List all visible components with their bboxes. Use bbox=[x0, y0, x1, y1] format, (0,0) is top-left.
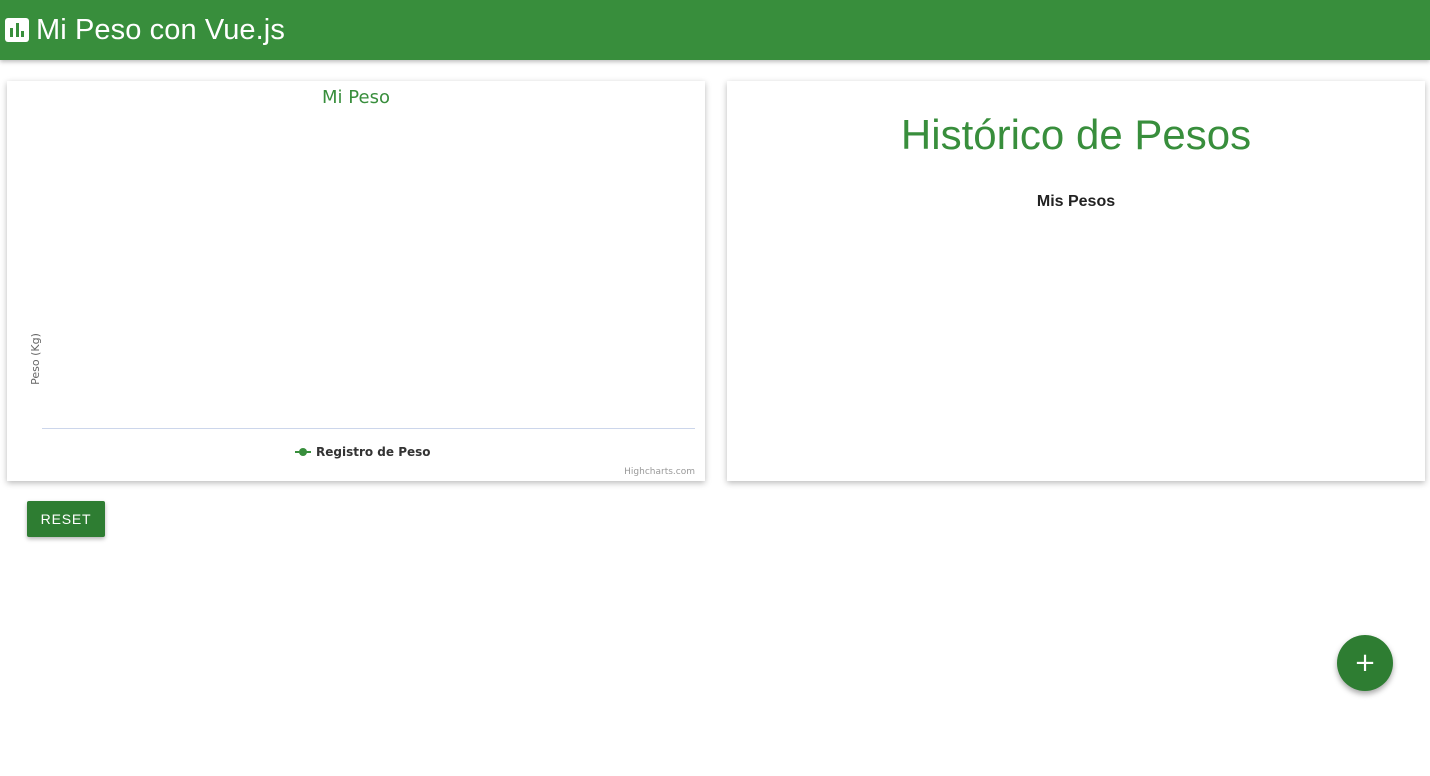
app-title: Mi Peso con Vue.js bbox=[36, 13, 285, 46]
legend-label: Registro de Peso bbox=[316, 445, 431, 459]
history-subtitle: Mis Pesos bbox=[1036, 193, 1116, 210]
weight-chart-card: Mi Peso Peso (Kg) Registro de Peso Highc… bbox=[7, 81, 705, 481]
highcharts-credits-link[interactable]: Highcharts.com bbox=[624, 467, 695, 477]
reset-button[interactable]: RESET bbox=[27, 501, 105, 537]
add-weight-button[interactable]: + bbox=[1337, 635, 1393, 691]
chart-title: Mi Peso bbox=[322, 87, 390, 108]
plus-icon: + bbox=[1354, 648, 1376, 678]
legend-line-marker-icon bbox=[295, 447, 311, 457]
y-axis-label: Peso (Kg) bbox=[29, 333, 42, 385]
history-title: Histórico de Pesos bbox=[900, 111, 1252, 158]
weight-history-card: Histórico de Pesos Mis Pesos bbox=[727, 81, 1425, 481]
app-bar: Mi Peso con Vue.js bbox=[0, 0, 1430, 60]
x-axis-line bbox=[42, 428, 695, 429]
bar-chart-icon bbox=[5, 18, 29, 42]
legend-item-registro-de-peso[interactable]: Registro de Peso bbox=[295, 445, 431, 459]
